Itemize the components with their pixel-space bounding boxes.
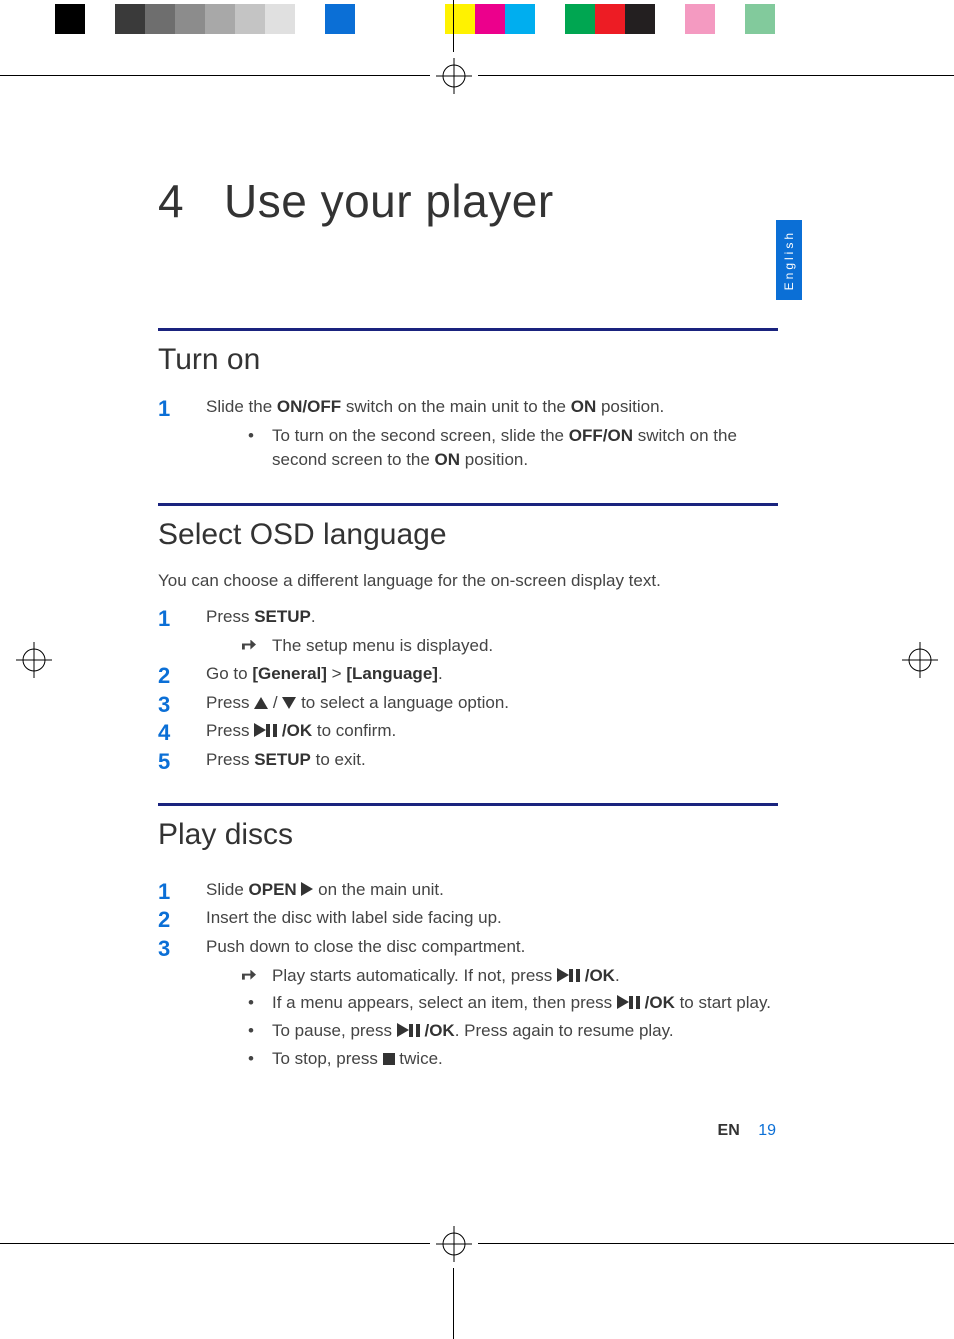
chapter-heading: 4 Use your player [158, 174, 778, 228]
section-rule [158, 803, 778, 806]
step: Slide OPEN on the main unit. [158, 878, 778, 903]
result-arrow: Play starts automatically. If not, press… [242, 964, 778, 989]
pause-icon [629, 996, 640, 1009]
registration-mark-icon [436, 58, 472, 94]
play-icon [254, 723, 266, 737]
footer-lang: EN [718, 1122, 740, 1139]
play-icon [557, 968, 569, 982]
turn-on-steps: Slide the ON/OFF switch on the main unit… [158, 395, 778, 473]
up-arrow-icon [254, 697, 268, 709]
step: Push down to close the disc compartment.… [158, 935, 778, 1071]
section-heading-play: Play discs [158, 818, 778, 852]
registration-mark-icon [16, 642, 52, 678]
chapter-title: Use your player [224, 174, 554, 228]
section-rule [158, 503, 778, 506]
step: Press SETUP. The setup menu is displayed… [158, 605, 778, 658]
registration-mark-icon [436, 1226, 472, 1262]
step: Go to [General] > [Language]. [158, 662, 778, 687]
step: Insert the disc with label side facing u… [158, 906, 778, 931]
language-tab: English [776, 220, 802, 300]
step: Press / to select a language option. [158, 691, 778, 716]
section-intro: You can choose a different language for … [158, 570, 778, 593]
section-rule [158, 328, 778, 331]
registration-mark-icon [902, 642, 938, 678]
crop-line [453, 0, 454, 52]
step: Press /OK to confirm. [158, 719, 778, 744]
play-icon [397, 1023, 409, 1037]
chapter-number: 4 [158, 174, 224, 228]
page-footer: EN 19 [718, 1122, 776, 1140]
section-heading-osd: Select OSD language [158, 518, 778, 552]
page-content: 4 Use your player Turn on Slide the ON/O… [158, 174, 778, 1101]
osd-steps: Press SETUP. The setup menu is displayed… [158, 605, 778, 773]
sub-bullet: To stop, press twice. [242, 1047, 778, 1072]
play-steps: Slide OPEN on the main unit. Insert the … [158, 878, 778, 1071]
play-icon [617, 995, 629, 1009]
sub-bullet: To pause, press /OK. Press again to resu… [242, 1019, 778, 1044]
pause-icon [569, 969, 580, 982]
section-heading-turn-on: Turn on [158, 343, 778, 377]
step: Press SETUP to exit. [158, 748, 778, 773]
footer-page-number: 19 [758, 1122, 776, 1139]
printer-color-bar [55, 4, 805, 34]
result-arrow: The setup menu is displayed. [242, 634, 778, 659]
crop-line [0, 75, 430, 76]
crop-line [453, 1268, 454, 1339]
sub-bullet: If a menu appears, select an item, then … [242, 991, 778, 1016]
crop-line [478, 1243, 954, 1244]
crop-line [478, 75, 954, 76]
stop-icon [383, 1053, 395, 1065]
step: Slide the ON/OFF switch on the main unit… [158, 395, 778, 473]
language-tab-label: English [782, 230, 796, 290]
pause-icon [409, 1024, 420, 1037]
sub-bullet: To turn on the second screen, slide the … [242, 424, 778, 473]
crop-line [0, 1243, 430, 1244]
down-arrow-icon [282, 697, 296, 709]
pause-icon [266, 724, 277, 737]
play-icon [301, 882, 313, 896]
